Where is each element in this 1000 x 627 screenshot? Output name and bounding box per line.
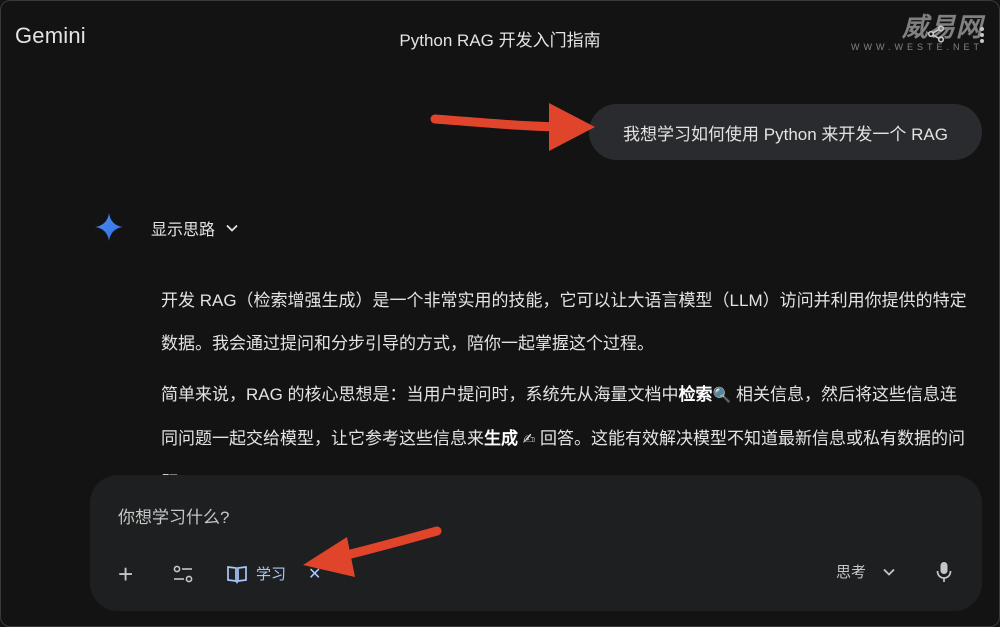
response-paragraph-1: 开发 RAG（检索增强生成）是一个非常实用的技能，它可以让大语言模型（LLM）访…: [161, 291, 967, 353]
watermark: 威易网 WWW.WESTE.NET: [851, 7, 983, 52]
think-mode-selector[interactable]: 思考: [836, 561, 896, 582]
bold-term-generate: 生成: [484, 429, 518, 448]
chevron-down-icon: [226, 224, 238, 232]
gemini-spark-icon: [95, 213, 123, 241]
learn-chip-label: 学习: [256, 566, 287, 583]
conversation-title[interactable]: Python RAG 开发入门指南: [1, 26, 999, 51]
book-icon: [227, 565, 247, 584]
composer: 你想学习什么? + 学习 ✕ 思考: [90, 475, 982, 611]
plus-icon[interactable]: +: [118, 559, 133, 590]
bold-term-retrieve: 检索: [678, 385, 713, 404]
microphone-icon[interactable]: [936, 561, 952, 583]
share-icon[interactable]: [927, 25, 945, 43]
user-message-text: 我想学习如何使用 Python 来开发一个 RAG: [623, 124, 948, 144]
prompt-input[interactable]: 你想学习什么?: [118, 503, 229, 528]
kebab-menu-icon[interactable]: [979, 25, 985, 45]
show-thoughts-label: 显示思路: [151, 222, 216, 239]
annotation-arrow-to-message: [430, 103, 595, 151]
tools-icon[interactable]: [172, 563, 194, 585]
response-text: 简单来说，RAG 的核心思想是：当用户提问时，系统先从海量文档中: [161, 385, 679, 404]
writing-hand-emoji: ✍: [522, 431, 536, 448]
watermark-url: WWW.WESTE.NET: [851, 42, 983, 52]
show-thoughts-toggle[interactable]: 显示思路: [151, 216, 239, 240]
magnifier-emoji: 🔍: [712, 387, 732, 404]
think-label: 思考: [836, 564, 867, 581]
app-window: Gemini Python RAG 开发入门指南 威易网 WWW.WESTE.N…: [0, 0, 1000, 627]
watermark-text: 威易网: [901, 12, 983, 42]
annotation-arrow-to-learn-chip: [303, 526, 442, 577]
chevron-down-icon: [883, 568, 895, 576]
user-message-bubble: 我想学习如何使用 Python 来开发一个 RAG: [589, 104, 982, 160]
